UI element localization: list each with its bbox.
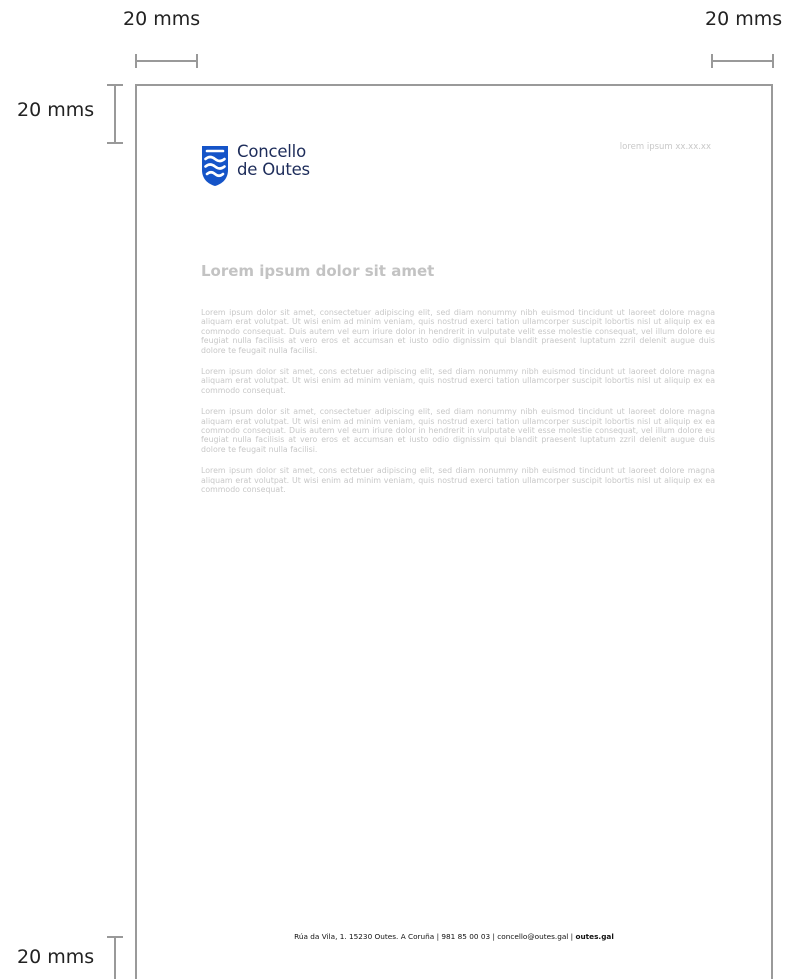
logo-wordmark: Concello de Outes [237, 143, 310, 179]
letter-body: Lorem ipsum dolor sit amet, consectetuer… [201, 308, 715, 507]
letterhead-page: Concello de Outes lorem ipsum xx.xx.xx L… [135, 84, 773, 979]
margin-label-left: 20 mms [17, 99, 95, 121]
margin-label-top-left: 20 mms [123, 8, 201, 30]
margin-label-top-right: 20 mms [705, 8, 783, 30]
logo-line-2: de Outes [237, 160, 310, 179]
reference-text: lorem ipsum xx.xx.xx [619, 142, 711, 152]
margin-bracket-top-left [135, 54, 198, 68]
body-paragraph: Lorem ipsum dolor sit amet, cons ectetue… [201, 466, 715, 495]
body-paragraph: Lorem ipsum dolor sit amet, consectetuer… [201, 308, 715, 355]
footer-address: Rúa da Vila, 1. 15230 Outes. A Coruña | … [294, 932, 576, 941]
letter-title: Lorem ipsum dolor sit amet [201, 262, 435, 280]
logo-line-1: Concello [237, 142, 306, 161]
body-paragraph: Lorem ipsum dolor sit amet, consectetuer… [201, 407, 715, 454]
shield-wave-icon [202, 146, 228, 186]
margin-label-bottom: 20 mms [17, 946, 95, 968]
logo: Concello de Outes [200, 143, 310, 187]
footer-website: outes.gal [575, 932, 614, 941]
body-paragraph: Lorem ipsum dolor sit amet, cons ectetue… [201, 367, 715, 395]
footer-contact: Rúa da Vila, 1. 15230 Outes. A Coruña | … [137, 932, 771, 941]
margin-bracket-left [107, 84, 123, 144]
margin-bracket-top-right [711, 54, 774, 68]
margin-bracket-bottom [107, 936, 123, 979]
